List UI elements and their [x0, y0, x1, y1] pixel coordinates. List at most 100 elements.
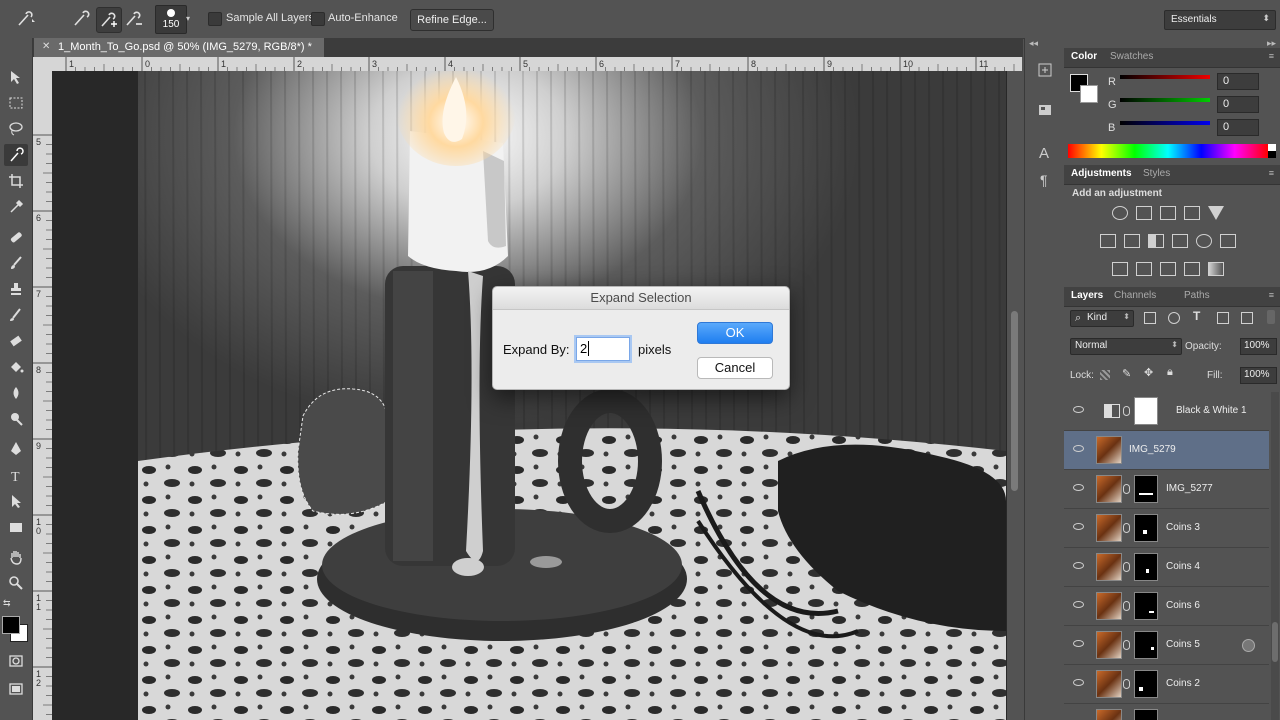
eye-icon[interactable]	[1073, 445, 1084, 452]
eye-icon[interactable]	[1073, 523, 1084, 530]
shape-filter-icon[interactable]	[1217, 312, 1229, 324]
paint-bucket-tool-icon[interactable]	[4, 356, 28, 378]
collapse-left-icon[interactable]: ◂◂	[1029, 38, 1038, 49]
smart-object-filter-icon[interactable]	[1241, 312, 1253, 324]
history-panel-icon[interactable]	[1037, 62, 1053, 81]
clone-stamp-tool-icon[interactable]	[4, 278, 28, 300]
layer-mask-thumbnail[interactable]	[1134, 592, 1158, 620]
eye-icon[interactable]	[1073, 601, 1084, 608]
bg-color-swatch[interactable]	[1080, 85, 1098, 103]
layer-row[interactable]: Coins 4	[1064, 548, 1269, 587]
eraser-tool-icon[interactable]	[4, 330, 28, 352]
lock-pixels-icon[interactable]: ✎	[1122, 367, 1131, 380]
brush-size-dropdown-icon[interactable]: ▾	[186, 14, 190, 23]
color-balance-icon[interactable]	[1124, 234, 1140, 248]
quick-selection-preset-icon[interactable]	[14, 7, 38, 31]
layer-mask-thumbnail[interactable]	[1134, 709, 1158, 720]
layer-mask-thumbnail[interactable]	[1134, 670, 1158, 698]
type-filter-icon[interactable]: T	[1193, 309, 1200, 323]
panel-menu-icon[interactable]: ≡	[1269, 290, 1274, 300]
green-value-field[interactable]: 0	[1217, 96, 1259, 113]
blur-tool-icon[interactable]	[4, 382, 28, 404]
marquee-tool-icon[interactable]	[4, 92, 28, 114]
layer-row[interactable]: IMG_5277	[1064, 470, 1269, 509]
path-selection-tool-icon[interactable]	[4, 490, 28, 512]
levels-icon[interactable]	[1136, 206, 1152, 220]
add-to-selection-icon[interactable]	[96, 7, 122, 33]
fill-field[interactable]: 100%	[1240, 367, 1277, 384]
red-value-field[interactable]: 0	[1217, 73, 1259, 90]
rectangle-tool-icon[interactable]	[4, 516, 28, 538]
character-panel-icon[interactable]: A	[1037, 144, 1053, 163]
color-spectrum-bar[interactable]	[1068, 144, 1268, 158]
layer-mask-thumbnail[interactable]	[1134, 475, 1158, 503]
panel-menu-icon[interactable]: ≡	[1269, 51, 1274, 61]
blue-slider[interactable]	[1120, 121, 1210, 125]
layer-mask-thumbnail[interactable]	[1134, 514, 1158, 542]
curves-icon[interactable]	[1160, 206, 1176, 220]
invert-icon[interactable]	[1112, 262, 1128, 276]
eye-icon[interactable]	[1073, 640, 1084, 647]
refine-edge-button[interactable]: Refine Edge...	[410, 9, 494, 31]
pixel-filter-icon[interactable]	[1144, 312, 1156, 324]
dodge-tool-icon[interactable]	[4, 408, 28, 430]
photo-filter-icon[interactable]	[1172, 234, 1188, 248]
swap-colors-icon[interactable]: ⇆	[3, 598, 11, 609]
new-selection-icon[interactable]	[70, 7, 94, 31]
brush-tool-icon[interactable]	[4, 252, 28, 274]
layer-style-icon[interactable]	[1242, 639, 1255, 652]
exposure-icon[interactable]	[1184, 206, 1200, 220]
layer-mask-thumbnail[interactable]	[1134, 553, 1158, 581]
expand-by-input[interactable]: 2	[576, 337, 630, 361]
ok-button[interactable]: OK	[697, 322, 773, 344]
pen-tool-icon[interactable]	[4, 438, 28, 460]
move-tool-icon[interactable]	[4, 66, 28, 88]
layer-row[interactable]	[1064, 704, 1269, 720]
layer-row[interactable]: Coins 3	[1064, 509, 1269, 548]
green-slider[interactable]	[1120, 98, 1210, 102]
quick-mask-icon[interactable]	[4, 650, 28, 672]
tab-channels[interactable]: Channels	[1114, 290, 1156, 301]
layer-row[interactable]: IMG_5279	[1064, 431, 1269, 470]
gradient-map-icon[interactable]	[1208, 262, 1224, 276]
eye-icon[interactable]	[1073, 406, 1084, 413]
layer-filter-select[interactable]: ⌕ Kind ⬍	[1070, 310, 1134, 327]
layer-row[interactable]: Coins 2	[1064, 665, 1269, 704]
selective-color-icon[interactable]	[1184, 262, 1200, 276]
lock-transparent-icon[interactable]	[1100, 370, 1110, 380]
document-tab[interactable]: ✕ 1_Month_To_Go.psd @ 50% (IMG_5279, RGB…	[34, 38, 324, 57]
threshold-icon[interactable]	[1160, 262, 1176, 276]
lock-position-icon[interactable]: ✥	[1144, 366, 1153, 379]
screen-mode-icon[interactable]	[4, 678, 28, 700]
posterize-icon[interactable]	[1136, 262, 1152, 276]
blue-value-field[interactable]: 0	[1217, 119, 1259, 136]
filter-toggle[interactable]	[1267, 310, 1275, 324]
layers-scrollbar[interactable]	[1271, 392, 1279, 720]
healing-brush-tool-icon[interactable]	[4, 226, 28, 248]
eye-icon[interactable]	[1073, 484, 1084, 491]
type-tool-icon[interactable]: T	[4, 464, 28, 486]
sample-all-layers-checkbox[interactable]	[208, 12, 222, 26]
scroll-thumb[interactable]	[1011, 311, 1018, 491]
brightness-contrast-icon[interactable]	[1112, 206, 1128, 220]
lasso-tool-icon[interactable]	[4, 118, 28, 140]
layer-row[interactable]: Coins 5	[1064, 626, 1269, 665]
brush-size-picker[interactable]: 150	[155, 5, 187, 34]
tab-paths[interactable]: Paths	[1184, 290, 1210, 301]
panel-menu-icon[interactable]: ≡	[1269, 168, 1274, 178]
black-chip[interactable]	[1268, 151, 1276, 158]
black-white-icon[interactable]	[1148, 234, 1164, 248]
tab-adjustments[interactable]: Adjustments	[1071, 168, 1132, 179]
auto-enhance-checkbox[interactable]	[311, 12, 325, 26]
cancel-button[interactable]: Cancel	[697, 357, 773, 379]
channel-mixer-icon[interactable]	[1196, 234, 1212, 248]
adjustment-filter-icon[interactable]	[1168, 312, 1180, 324]
foreground-color-swatch[interactable]	[2, 616, 20, 634]
blend-mode-select[interactable]: Normal ⬍	[1070, 338, 1182, 355]
tab-layers[interactable]: Layers	[1071, 290, 1103, 301]
color-lookup-icon[interactable]	[1220, 234, 1236, 248]
hand-tool-icon[interactable]	[4, 546, 28, 568]
layer-mask-thumbnail[interactable]	[1134, 397, 1158, 425]
layer-row[interactable]: Coins 6	[1064, 587, 1269, 626]
layer-row[interactable]: Black & White 1	[1064, 392, 1269, 431]
